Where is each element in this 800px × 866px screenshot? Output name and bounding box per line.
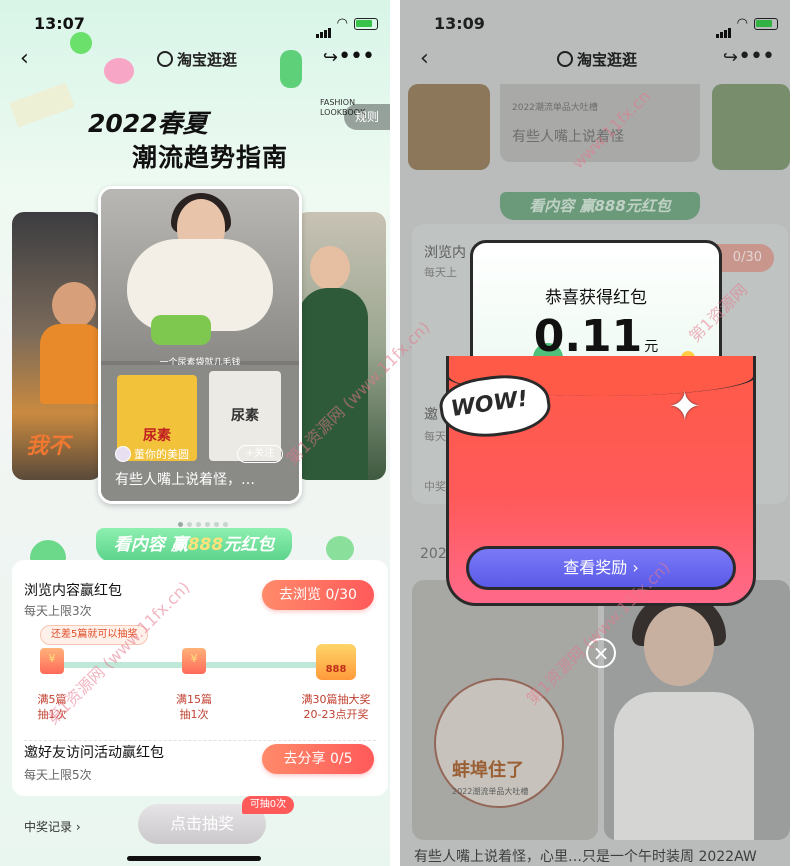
app-logo: 淘宝逛逛 [157, 49, 237, 70]
banner-amount: 888 [187, 535, 224, 555]
milestone-line1: 满5篇 [37, 693, 67, 706]
author-name: 董你的美圆 [134, 448, 189, 461]
decor-cactus [280, 50, 302, 88]
share-button[interactable]: 去分享 0/5 [262, 744, 374, 774]
hero-title: 2022春夏 [88, 109, 208, 138]
milestone-line2: 抽1次 [37, 708, 67, 721]
follow-button[interactable]: +关注 [237, 445, 283, 463]
status-time: 13:07 [34, 14, 85, 33]
card-author[interactable]: 董你的美圆 [115, 446, 189, 462]
back-icon[interactable]: ‹ [20, 46, 29, 71]
popup-header: 恭喜获得红包 [545, 288, 647, 308]
person-shirt [40, 324, 102, 404]
decor-flower [104, 58, 134, 84]
close-icon[interactable]: × [586, 638, 616, 668]
person-face [52, 282, 96, 328]
hero-subtitle: 潮流趋势指南 [132, 143, 289, 172]
task-panel: 浏览内容赢红包 每天上限3次 去浏览 0/30 还差5篇就可以抽奖 888 满5… [12, 560, 388, 796]
screen-divider [390, 0, 400, 866]
banner-post: 元红包 [223, 535, 275, 555]
logo-icon [157, 51, 173, 67]
decor-ball [70, 32, 92, 54]
decor-bush [326, 536, 354, 562]
left-phone-screen: 13:07 ◠ ‹ 淘宝逛逛 ↪ ••• 2022春夏 潮流趋势指南 FASHI… [0, 0, 390, 866]
milestone-line2: 抽1次 [179, 708, 209, 721]
progress-tip: 还差5篇就可以抽奖 [40, 625, 149, 645]
bag-label: 尿素 [231, 408, 259, 424]
decor-tape [9, 82, 75, 128]
sparkle-icon: ✦ [668, 384, 702, 430]
green-shirt [151, 315, 211, 345]
draw-count-badge: 可抽0次 [242, 796, 294, 814]
carousel-card-main[interactable]: 一个尿素袋就几毛钱 尿素 尿素 董你的美圆 +关注 有些人嘴上说着怪，… [98, 186, 302, 504]
divider [24, 740, 376, 741]
milestone-line1: 满30篇抽大奖 [301, 693, 371, 706]
task-browse-sub: 每天上限3次 [24, 604, 92, 618]
signal-icon [316, 19, 332, 38]
wow-text: WOW! [449, 386, 530, 423]
view-reward-button[interactable]: 查看奖励 › [466, 546, 736, 590]
share-icon[interactable]: ↪ [323, 47, 338, 68]
milestone-15: 满15篇抽1次 [168, 692, 220, 722]
milestone-line2: 20-23点开奖 [303, 708, 369, 721]
status-bar: 13:07 ◠ [0, 14, 390, 38]
person-face [310, 246, 350, 290]
decor-bush [30, 540, 66, 562]
browse-button[interactable]: 去浏览 0/30 [262, 580, 374, 610]
task-browse-title: 浏览内容赢红包 [24, 583, 122, 599]
promo-banner: 看内容 赢888元红包 [96, 528, 292, 562]
red-envelope-icon [40, 648, 64, 674]
nav-bar: ‹ 淘宝逛逛 ↪ ••• [0, 44, 390, 76]
wifi-icon: ◠ [336, 16, 348, 31]
milestone-line1: 满15篇 [176, 693, 212, 706]
home-indicator [127, 856, 261, 861]
app-logo-text: 淘宝逛逛 [177, 51, 238, 69]
bag-label: 尿素 [143, 428, 171, 444]
screenshot-composite: 13:07 ◠ ‹ 淘宝逛逛 ↪ ••• 2022春夏 潮流趋势指南 FASHI… [0, 0, 800, 866]
card-description: 有些人嘴上说着怪，… [115, 472, 255, 488]
task-invite-title: 邀好友访问活动赢红包 [24, 745, 164, 761]
amount-value: 0.11 [533, 311, 643, 362]
avatar [115, 446, 131, 462]
more-icon[interactable]: ••• [338, 44, 375, 69]
right-phone-screen: 13:09 ◠ ‹ 淘宝逛逛 ↪ ••• 2022潮流单品大吐槽 有些人嘴上说着… [400, 0, 790, 866]
task-invite-sub: 每天上限5次 [24, 768, 92, 782]
milestone-5: 满5篇 抽1次 [30, 692, 74, 722]
carousel-card-left[interactable]: 我不 [12, 212, 102, 480]
card-photo-top [101, 189, 299, 361]
grand-prize-envelope-icon: 888 [316, 644, 356, 680]
battery-icon [354, 18, 378, 30]
red-envelope-icon [182, 648, 206, 674]
amount-unit: 元 [644, 339, 659, 355]
milestone-30: 满30篇抽大奖 20-23点开奖 [288, 692, 384, 722]
prize-record-link[interactable]: 中奖记录 › [24, 818, 81, 835]
person-dress [298, 288, 368, 480]
card-overlay-text: 我不 [26, 434, 71, 459]
rules-button[interactable]: 规则 [344, 104, 390, 130]
carousel-card-right[interactable] [296, 212, 386, 480]
banner-pre: 看内容 赢 [113, 535, 188, 555]
